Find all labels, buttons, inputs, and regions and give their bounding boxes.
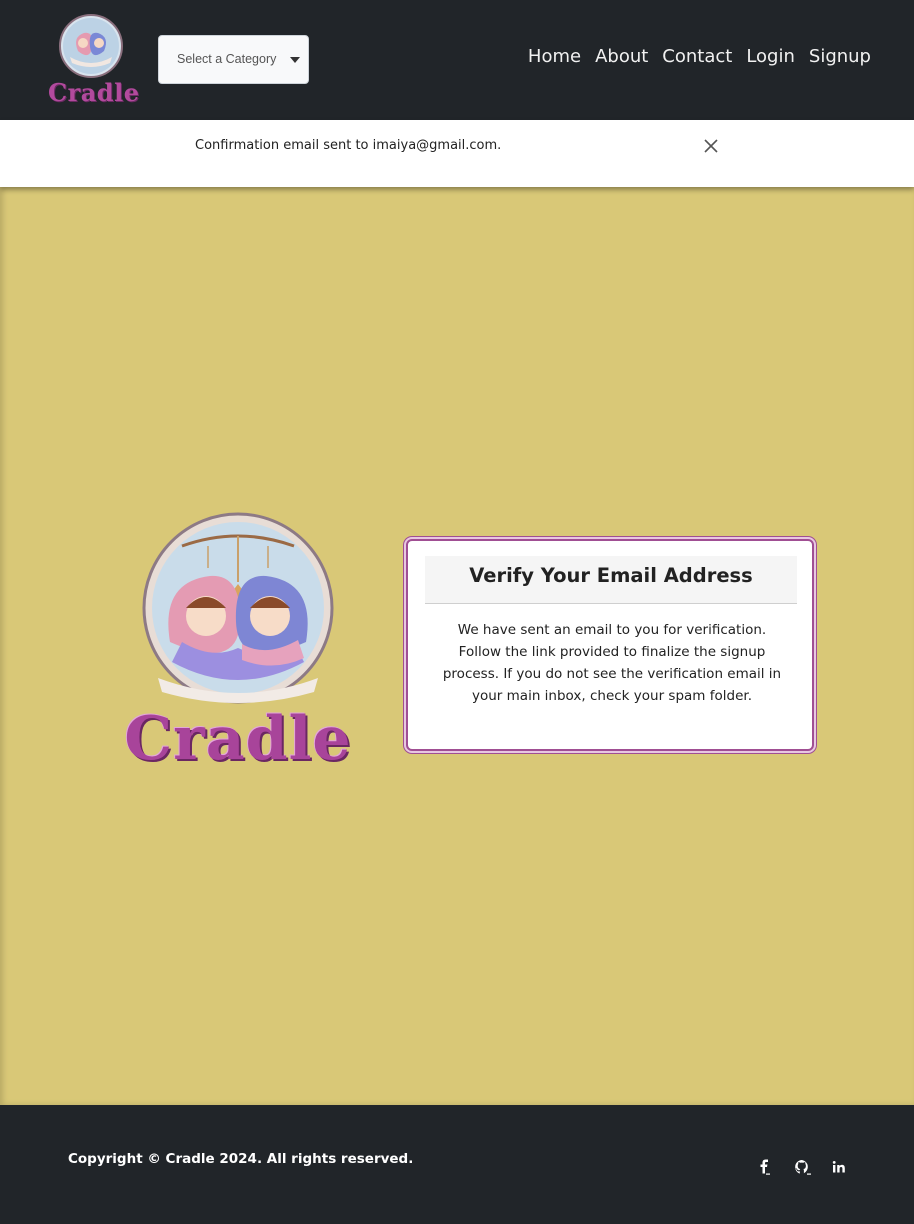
footer: Copyright © Cradle 2024. All rights rese… [0,1105,914,1224]
facebook-icon[interactable] [756,1158,774,1176]
nav-link-about[interactable]: About [595,46,648,67]
category-select-value: Select a Category [177,52,277,66]
alert-message: Confirmation email sent to imaiya@gmail.… [195,138,502,153]
chevron-down-icon [290,57,300,63]
hero-logo: Cradle [112,512,364,782]
cradle-logo-icon [59,14,123,78]
card-body-text: We have sent an email to you for verific… [442,622,782,704]
copyright-text: Copyright © Cradle 2024. All rights rese… [68,1151,414,1167]
nav-link-home[interactable]: Home [528,46,581,67]
navbar: Cradle Select a Category Home About Cont… [0,0,914,120]
cradle-hero-illustration-icon [142,512,334,704]
close-icon[interactable] [702,137,720,155]
category-select[interactable]: Select a Category [158,35,309,84]
linkedin-icon[interactable] [830,1158,848,1176]
brand-logo[interactable]: Cradle [46,10,140,110]
nav-link-signup[interactable]: Signup [809,46,871,67]
hero-logo-text: Cradle [124,704,352,774]
nav-link-contact[interactable]: Contact [662,46,732,67]
github-icon[interactable] [793,1158,811,1176]
card-title: Verify Your Email Address [469,564,753,587]
main-content: Cradle Verify Your Email Address We have… [0,187,914,1105]
verify-email-card: Verify Your Email Address We have sent a… [406,539,814,751]
brand-text: Cradle [48,78,140,107]
nav-link-login[interactable]: Login [746,46,795,67]
card-header: Verify Your Email Address [425,556,797,604]
nav-links: Home About Contact Login Signup [528,46,871,67]
confirmation-alert: Confirmation email sent to imaiya@gmail.… [0,120,914,187]
